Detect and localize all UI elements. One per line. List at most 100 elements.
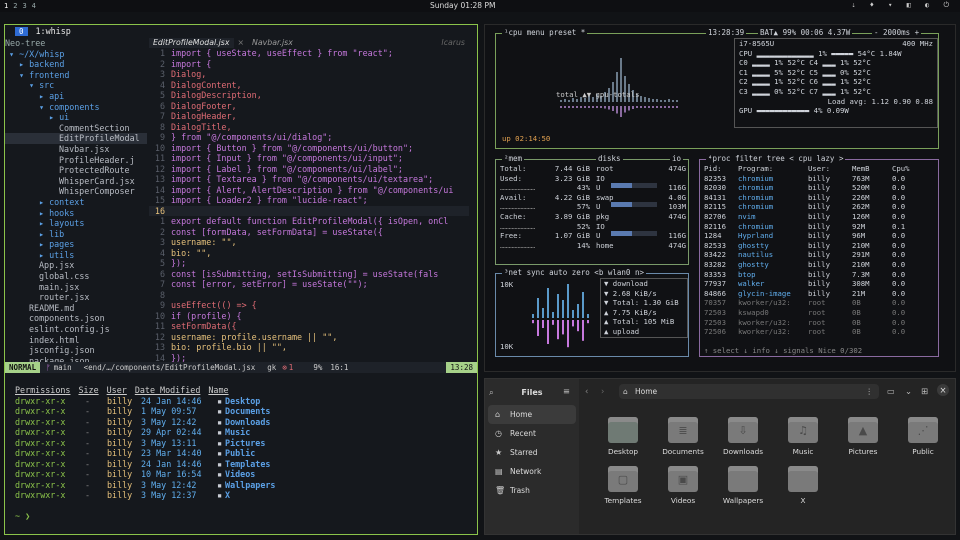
grid-view-icon[interactable]: ⊞ [921, 386, 928, 396]
ls-row[interactable]: drwxr-xr-x - billy 1 May 09:57 ▪ Documents [15, 406, 455, 417]
code-pane[interactable]: EditProfileModal.jsx × Navbar.jsx Icarus… [149, 38, 469, 373]
code-line[interactable]: 9 useEffect(() => { [149, 300, 469, 311]
sidebar-item-trash[interactable]: 🗑 Trash [485, 481, 579, 500]
tree-file[interactable]: main.jsx [5, 282, 147, 293]
clock[interactable]: Sunday 01:28 PM [430, 1, 495, 10]
code-line[interactable]: 2 import { [149, 59, 469, 70]
workspace-2[interactable]: 2 [13, 2, 17, 10]
code-line[interactable]: 13 bio: profile.bio || "", [149, 342, 469, 353]
close-icon[interactable]: × [937, 384, 949, 396]
menu-icon[interactable]: ≡ [563, 386, 570, 396]
tree-file[interactable]: App.jsx [5, 260, 147, 271]
tree-folder[interactable]: ▾ components [5, 102, 147, 113]
tree-file[interactable]: WhisperComposer [5, 186, 147, 197]
tab-navbar[interactable]: Navbar.jsx [248, 38, 297, 48]
folder-music[interactable]: ♫ Music [773, 417, 833, 456]
sidebar-item-recent[interactable]: ◷ Recent [485, 424, 579, 443]
code-line[interactable]: 7 const [error, setError] = useState("")… [149, 279, 469, 290]
tree-folder[interactable]: ▸ lib [5, 229, 147, 240]
folder-videos[interactable]: ▣ Videos [653, 466, 713, 505]
tree-file[interactable]: CommentSection [5, 123, 147, 134]
code-line[interactable]: 8 DialogTitle, [149, 122, 469, 133]
path-bar[interactable]: ⌂ Home ⋮ [619, 384, 879, 399]
code-line[interactable]: 3 Dialog, [149, 69, 469, 80]
proc-row[interactable]: 82116 chromium billy 92M 0.1 [704, 222, 928, 232]
proc-row[interactable]: 72503 kworker/u32: root 0B 0.0 [704, 318, 928, 328]
code-line[interactable]: 11 import { Input } from "@/components/ui… [149, 153, 469, 164]
code-line[interactable]: 5 DialogDescription, [149, 90, 469, 101]
net-label[interactable]: ³net sync auto zero <b wlan0 n> [502, 268, 646, 277]
shell-prompt[interactable]: ~ ❯ [15, 511, 455, 522]
tree-folder[interactable]: ▸ ui [5, 112, 147, 123]
tree-folder[interactable]: ▸ pages [5, 239, 147, 250]
proc-row[interactable]: 82353 chromium billy 763M 0.0 [704, 174, 928, 184]
tree-folder[interactable]: ▸ hooks [5, 208, 147, 219]
folder-pictures[interactable]: ▲ Pictures [833, 417, 893, 456]
tree-file[interactable]: index.html [5, 335, 147, 346]
tree-file[interactable]: README.md [5, 303, 147, 314]
window-index[interactable]: 0 [15, 26, 28, 36]
ls-row[interactable]: drwxr-xr-x - billy 24 Jan 14:46 ▪ Desktop [15, 396, 455, 407]
code-line[interactable]: 7 DialogHeader, [149, 111, 469, 122]
code-line[interactable]: 11 setFormData({ [149, 321, 469, 332]
code-line[interactable]: 15 import { Loader2 } from "lucide-react"… [149, 195, 469, 206]
code-line[interactable]: 13 import { Textarea } from "@/components… [149, 174, 469, 185]
sidebar-item-network[interactable]: ▤ Network [485, 462, 579, 481]
workspace-4[interactable]: 4 [32, 2, 36, 10]
proc-row[interactable]: 84866 glycin-image billy 21M 0.0 [704, 289, 928, 299]
chevron-down-icon[interactable]: ⌄ [905, 386, 912, 396]
tree-file[interactable]: EditProfileModal [5, 133, 147, 144]
tab-icarus[interactable]: Icarus [437, 38, 469, 48]
code-line[interactable]: 10 import { Button } from "@/components/u… [149, 143, 469, 154]
workspace-3[interactable]: 3 [22, 2, 26, 10]
tree-file[interactable]: eslint.config.js [5, 324, 147, 335]
folder-x[interactable]: X [773, 466, 833, 505]
files-window[interactable]: Files ⌕ ≡ ⌂ Home ◷ Recent ★ Starred ▤ Network 🗑 T… [484, 378, 956, 535]
code-line[interactable]: 6 const [isSubmitting, setIsSubmitting] … [149, 269, 469, 280]
tree-folder[interactable]: ▸ backend [5, 59, 147, 70]
tree-folder[interactable]: ▸ context [5, 197, 147, 208]
tree-file[interactable]: global.css [5, 271, 147, 282]
tree-folder[interactable]: ▾ src [5, 80, 147, 91]
code-line[interactable]: 3 username: "", [149, 237, 469, 248]
proc-row[interactable]: 84131 chromium billy 226M 0.0 [704, 193, 928, 203]
proc-row[interactable]: 72503 kswapd0 root 0B 0.0 [704, 308, 928, 318]
tab-editprofilemodal[interactable]: EditProfileModal.jsx [149, 38, 234, 48]
folder-wallpapers[interactable]: Wallpapers [713, 466, 773, 505]
sidebar-item-starred[interactable]: ★ Starred [485, 443, 579, 462]
code-line[interactable]: 4 DialogContent, [149, 80, 469, 91]
ls-row[interactable]: drwxr-xr-x - billy 24 Jan 14:46 ▪ Templates [15, 459, 455, 470]
code-line[interactable]: 9} from "@/components/ui/dialog"; [149, 132, 469, 143]
refresh-rate[interactable]: - 2000ms + [872, 28, 922, 37]
workspace-1[interactable]: 1 [4, 2, 8, 10]
tree-folder[interactable]: ▾ frontend [5, 70, 147, 81]
tree-file[interactable]: WhisperCard.jsx [5, 176, 147, 187]
code-line[interactable]: 6 DialogFooter, [149, 101, 469, 112]
back-icon[interactable]: ‹ [585, 386, 588, 396]
cpu-box-label[interactable]: ¹cpu menu preset * [502, 28, 588, 37]
ls-row[interactable]: drwxr-xr-x - billy 10 Mar 16:54 ▪ Videos [15, 469, 455, 480]
sidebar-item-home[interactable]: ⌂ Home [488, 405, 576, 424]
view-icon[interactable]: ▭ [887, 386, 895, 396]
tree-folder[interactable]: ▸ layouts [5, 218, 147, 229]
proc-row[interactable]: 70357 kworker/u32: root 0B 0.0 [704, 298, 928, 308]
ls-row[interactable]: drwxr-xr-x - billy 23 Mar 14:40 ▪ Public [15, 448, 455, 459]
proc-label[interactable]: ⁴proc filter tree < cpu lazy > [706, 154, 846, 163]
ls-row[interactable]: drwxrwxr-x - billy 3 May 12:37 ▪ X [15, 490, 455, 501]
tree-file[interactable]: components.json [5, 313, 147, 324]
proc-footer[interactable]: ↑ select ↓ info ↓ signals Nice 0/302 [704, 346, 862, 356]
code-line[interactable]: 16 [149, 205, 469, 216]
proc-row[interactable]: 77937 walker billy 308M 0.0 [704, 279, 928, 289]
proc-row[interactable]: 82115 chromium billy 262M 0.0 [704, 202, 928, 212]
code-line[interactable]: 2 const [formData, setFormData] = useSta… [149, 227, 469, 238]
proc-row[interactable]: 83422 nautilus billy 291M 0.0 [704, 250, 928, 260]
code-line[interactable]: 10 if (profile) { [149, 311, 469, 322]
code-line[interactable]: 1 import { useState, useEffect } from "re… [149, 48, 469, 59]
proc-row[interactable]: 72506 kworker/u32: root 0B 0.0 [704, 327, 928, 337]
code-line[interactable]: 12 import { Label } from "@/components/ui… [149, 164, 469, 175]
tree-file[interactable]: Navbar.jsx [5, 144, 147, 155]
tree-file[interactable]: ProtectedRoute [5, 165, 147, 176]
proc-row[interactable]: 82706 nvim billy 126M 0.0 [704, 212, 928, 222]
code-line[interactable]: 1 export default function EditProfileModa… [149, 216, 469, 227]
code-line[interactable]: 4 bio: "", [149, 248, 469, 259]
